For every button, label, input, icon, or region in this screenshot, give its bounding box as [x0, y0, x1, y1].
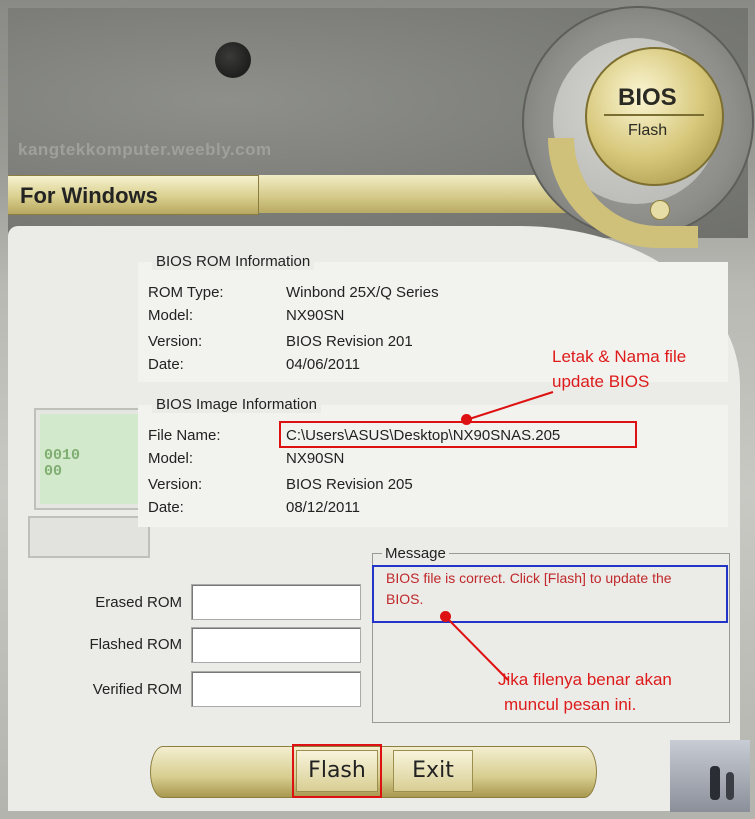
bios-flash-window: kangtekkomputer.weebly.com For Windows B… [0, 0, 755, 819]
annotation-arrows [445, 391, 554, 681]
message-arrow-dot [440, 611, 451, 622]
corner-scenery [670, 740, 750, 812]
file-arrow-dot [461, 414, 472, 425]
figure-silhouette-small [726, 772, 734, 800]
message-arrow-line [445, 616, 509, 681]
exit-button[interactable]: Exit [393, 750, 473, 792]
file-arrow-line [465, 391, 554, 421]
figure-silhouette [710, 766, 720, 800]
flash-button-highlight [292, 744, 382, 798]
